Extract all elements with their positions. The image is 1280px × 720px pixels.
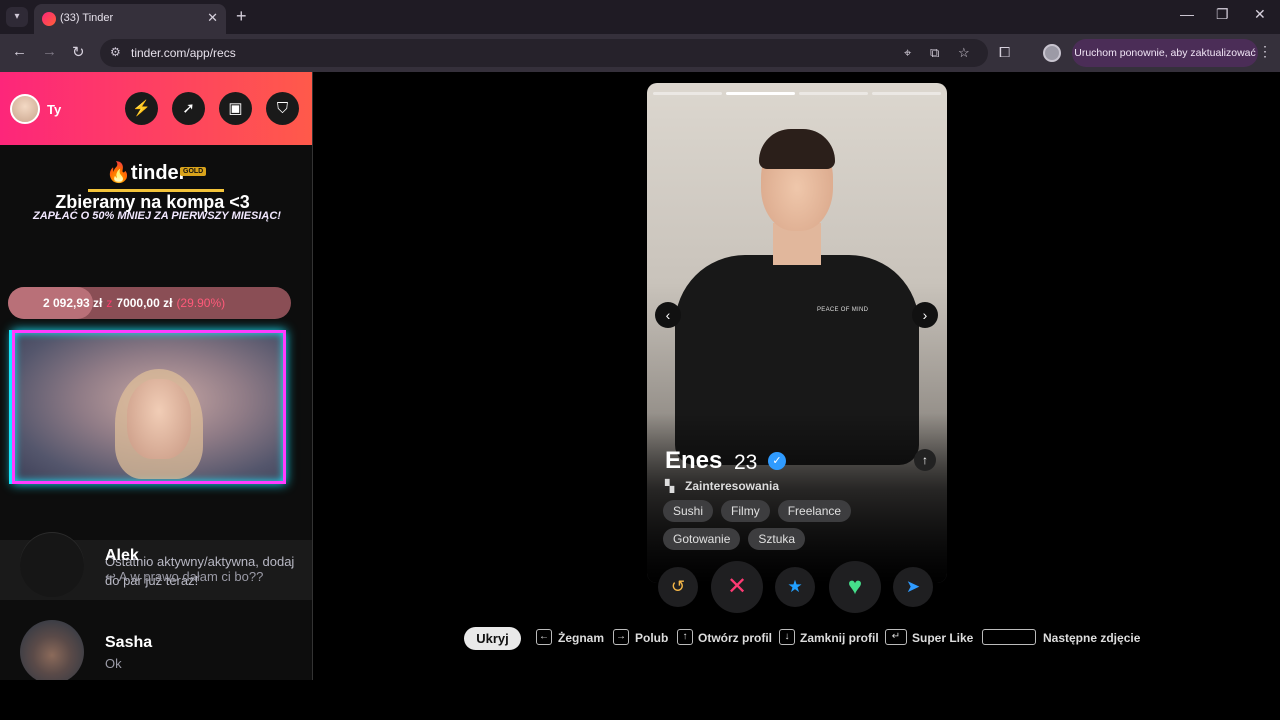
tinder-favicon-icon [42, 12, 56, 26]
open-profile-icon[interactable]: ↑ [914, 449, 936, 471]
avatar [20, 533, 84, 597]
sidebar-header: Ty ⚡ ➚ ▣ ⛉ [0, 72, 312, 145]
my-profile-label[interactable]: Ty [47, 102, 61, 117]
card-gradient [647, 413, 947, 583]
gold-badge: GOLD [180, 167, 207, 176]
reload-icon[interactable]: ↻ [72, 43, 85, 61]
hide-shortcuts-button[interactable]: Ukryj [464, 627, 521, 650]
interest-chip: Sztuka [748, 528, 806, 550]
interest-chip: Filmy [721, 500, 770, 522]
close-tab-icon[interactable]: ✕ [207, 10, 218, 26]
url-text[interactable]: tinder.com/app/recs [131, 46, 236, 60]
photo-bar[interactable] [653, 92, 722, 95]
nope-icon[interactable]: ✕ [711, 561, 763, 613]
photo-bar[interactable] [726, 92, 795, 95]
raised-amount: 2 092,93 zł [43, 296, 103, 310]
shield-icon[interactable]: ⛉ [266, 92, 299, 125]
forward-icon[interactable]: → [42, 43, 57, 60]
address-bar: ← → ↻ ⚙ tinder.com/app/recs ⌖ ⧉ ☆ ⧠ Uruc… [0, 34, 1280, 72]
conversation-last-message: ↩ A w prawo dałam ci bo?? [105, 569, 264, 584]
tab-tinder[interactable]: (33) Tinder ✕ [34, 4, 226, 34]
down-arrow-key-icon: ↓ [779, 629, 795, 645]
conversation-item-sasha[interactable]: Sasha Ok [0, 612, 312, 680]
super-like-icon[interactable]: ★ [775, 567, 815, 607]
conversation-name: Sasha [105, 634, 153, 651]
cast-icon[interactable]: ⧉ [930, 45, 939, 61]
photo-hair [759, 129, 835, 169]
tab-strip: ▾ (33) Tinder ✕ + — ❐ ✕ [0, 0, 1280, 34]
interest-chip: Freelance [777, 500, 852, 522]
photo-bar[interactable] [799, 92, 868, 95]
back-icon[interactable]: ← [12, 43, 27, 60]
interest-chip: Sushi [663, 500, 714, 522]
shirt-print-text: PEACE OF MIND [817, 307, 869, 313]
tab-title: (33) Tinder [60, 12, 114, 24]
sidebar: Ty ⚡ ➚ ▣ ⛉ Ostatnio aktywny/aktywna, dod… [0, 72, 313, 680]
shortcut-like-label: Polub [635, 631, 669, 645]
donation-progress-text: 2 092,93 zł z 7000,00 zł (29.90%) [43, 296, 225, 310]
location-icon[interactable]: ⌖ [904, 45, 911, 61]
photo-progress-bars [653, 92, 941, 96]
minimize-icon[interactable]: — [1180, 6, 1194, 22]
conversation-item-alek[interactable]: Alek ↩ A w prawo dałam ci bo?? [0, 525, 312, 605]
like-icon[interactable]: ♥ [829, 561, 881, 613]
omnibox[interactable]: ⚙ tinder.com/app/recs ⌖ ⧉ ☆ [100, 39, 988, 67]
swipe-actions: ↺ ✕ ★ ♥ ➤ [658, 561, 938, 613]
shortcut-open-label: Otwórz profil [698, 631, 772, 645]
amount-connector: z [106, 296, 113, 310]
previous-photo-icon[interactable]: ‹ [655, 302, 681, 328]
rewind-icon[interactable]: ↺ [658, 567, 698, 607]
interests-icon: ▚ [665, 479, 675, 493]
site-info-icon[interactable]: ⚙ [110, 45, 121, 59]
tinder-logo: 🔥tinder [106, 162, 187, 184]
shortcut-nope-label: Żegnam [558, 631, 605, 645]
conversation-name: Alek [105, 547, 139, 564]
verified-badge-icon: ✓ [768, 452, 786, 470]
interest-chip: Gotowanie [663, 528, 741, 550]
left-arrow-key-icon: ← [536, 629, 552, 645]
conversation-last-message: Ok [105, 656, 122, 671]
right-arrow-key-icon: → [613, 629, 629, 645]
up-arrow-key-icon: ↑ [677, 629, 693, 645]
extensions-icon[interactable]: ⧠ [999, 44, 1010, 61]
profile-card[interactable]: PEACE OF MIND ‹ › Enes 23 ✓ ↑ ▚ Zaintere… [647, 83, 947, 583]
shortcut-super-like-label: Super Like [912, 631, 974, 645]
photo-bar[interactable] [872, 92, 941, 95]
new-tab-button[interactable]: + [236, 6, 247, 27]
promo-subtitle: ZAPŁAĆ O 50% MNIEJ ZA PIERWSZY MIESIĄC! [33, 210, 281, 222]
shortcut-close-label: Zamknij profil [800, 631, 879, 645]
profile-avatar[interactable] [1043, 44, 1061, 62]
recs-main: PEACE OF MIND ‹ › Enes 23 ✓ ↑ ▚ Zaintere… [314, 72, 1280, 680]
progress-percent: (29.90%) [176, 296, 226, 310]
lightning-icon[interactable]: ⚡ [125, 92, 158, 125]
keyboard-shortcuts: Ukryj ← Żegnam → Polub ↑ Otwórz profil ↓… [464, 627, 1204, 651]
menu-kebab-icon[interactable]: ⋮ [1258, 43, 1272, 60]
shortcut-next-photo-label: Następne zdjęcie [1043, 631, 1141, 645]
goal-amount: 7000,00 zł [116, 296, 173, 310]
interest-chips: Sushi Filmy Freelance Gotowanie Sztuka [663, 500, 933, 550]
space-key-icon [982, 629, 1036, 645]
next-photo-icon[interactable]: › [912, 302, 938, 328]
avatar[interactable] [10, 94, 40, 124]
tab-search-button[interactable]: ▾ [6, 7, 28, 27]
profile-name: Enes [665, 447, 723, 474]
webcam-overlay [12, 330, 286, 484]
explore-icon[interactable]: ➚ [172, 92, 205, 125]
avatar [20, 620, 84, 680]
boost-icon[interactable]: ➤ [893, 567, 933, 607]
briefcase-icon[interactable]: ▣ [219, 92, 252, 125]
enter-key-icon: ↵ [885, 629, 907, 645]
webcam-face [127, 379, 191, 459]
restore-icon[interactable]: ❐ [1216, 6, 1229, 23]
update-button[interactable]: Uruchom ponownie, aby zaktualizować [1072, 39, 1258, 67]
profile-age: 23 [734, 451, 758, 474]
bookmark-star-icon[interactable]: ☆ [958, 45, 970, 61]
interests-label: Zainteresowania [685, 479, 780, 493]
close-window-icon[interactable]: ✕ [1254, 6, 1266, 23]
